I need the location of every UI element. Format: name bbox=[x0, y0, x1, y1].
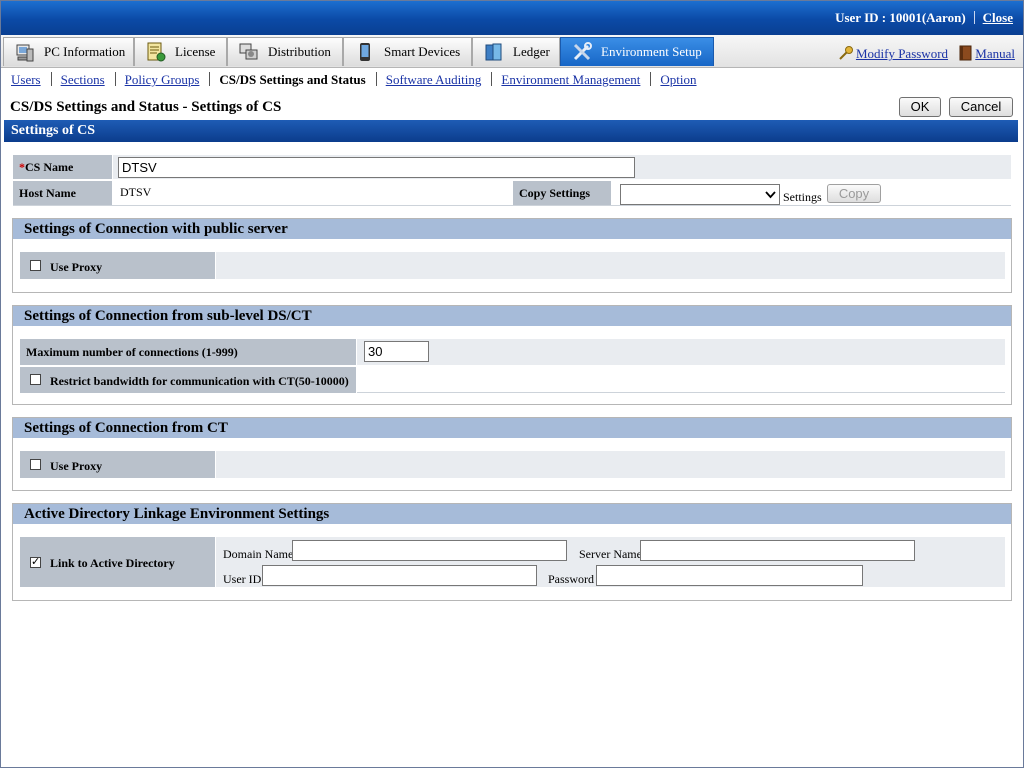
tab-label: Smart Devices bbox=[384, 44, 461, 59]
from-ct-heading: Settings of Connection from CT bbox=[13, 418, 1011, 438]
ok-button[interactable]: OK bbox=[899, 97, 941, 117]
use-proxy-value-cell bbox=[216, 252, 1005, 279]
chevron-down-icon bbox=[765, 191, 776, 199]
active-directory-group: Active Directory Linkage Environment Set… bbox=[12, 503, 1012, 601]
separator bbox=[491, 72, 493, 86]
cs-name-label: CS Name bbox=[25, 160, 74, 174]
tab-label: Ledger bbox=[513, 44, 550, 59]
link-ad-checkbox[interactable] bbox=[30, 555, 41, 568]
tab-environment-setup[interactable]: Environment Setup bbox=[560, 37, 714, 66]
active-directory-heading: Active Directory Linkage Environment Set… bbox=[13, 504, 1011, 524]
submenu-software-auditing[interactable]: Software Auditing bbox=[386, 72, 482, 87]
host-name-label: Host Name bbox=[13, 181, 112, 205]
sub-menu: Users Sections Policy Groups CS/DS Settings… bbox=[11, 72, 697, 88]
separator bbox=[973, 11, 975, 24]
separator bbox=[209, 72, 211, 86]
submenu-cs-ds-settings-current: CS/DS Settings and Status bbox=[219, 72, 366, 87]
max-connections-input[interactable] bbox=[364, 341, 429, 362]
use-proxy-checkbox[interactable] bbox=[30, 260, 41, 271]
use-proxy-cell: Use Proxy bbox=[20, 252, 215, 279]
separator bbox=[375, 72, 377, 86]
submenu-sections[interactable]: Sections bbox=[61, 72, 105, 87]
close-link[interactable]: Close bbox=[983, 10, 1013, 25]
main-tab-bar: PC Information License Distribution Smar… bbox=[1, 35, 1023, 68]
domain-name-label: Domain Name bbox=[223, 547, 294, 561]
tab-license[interactable]: License bbox=[134, 37, 227, 66]
password-label: Password bbox=[548, 572, 595, 586]
user-id-input[interactable] bbox=[262, 565, 537, 586]
ct-use-proxy-cell: Use Proxy bbox=[20, 451, 215, 478]
tab-label: License bbox=[175, 44, 216, 59]
server-name-input[interactable] bbox=[640, 540, 915, 561]
modify-password-link[interactable]: Modify Password bbox=[856, 46, 948, 61]
tab-label: Environment Setup bbox=[601, 44, 702, 59]
ct-use-proxy-label: Use Proxy bbox=[50, 459, 103, 473]
ct-use-proxy-value-cell bbox=[216, 451, 1005, 478]
divider bbox=[357, 392, 1005, 393]
tab-distribution[interactable]: Distribution bbox=[227, 37, 343, 66]
restrict-bandwidth-checkbox[interactable] bbox=[30, 374, 41, 385]
use-proxy-label: Use Proxy bbox=[50, 260, 103, 274]
public-server-heading: Settings of Connection with public serve… bbox=[13, 219, 1011, 239]
key-icon bbox=[838, 45, 854, 61]
submenu-users[interactable]: Users bbox=[11, 72, 41, 87]
link-ad-label: Link to Active Directory bbox=[50, 556, 175, 570]
tab-ledger[interactable]: Ledger bbox=[472, 37, 560, 66]
manual-book-icon bbox=[957, 45, 973, 61]
separator bbox=[650, 72, 652, 86]
cancel-button[interactable]: Cancel bbox=[949, 97, 1013, 117]
max-connections-value-cell bbox=[357, 339, 1005, 365]
manual-link[interactable]: Manual bbox=[975, 46, 1015, 61]
separator bbox=[114, 72, 116, 86]
settings-label: Settings bbox=[783, 190, 822, 204]
top-bar: User ID : 10001(Aaron) Close bbox=[1, 1, 1023, 35]
tab-smart-devices[interactable]: Smart Devices bbox=[343, 37, 472, 66]
ad-fields-cell: Domain Name Server Name User ID Password bbox=[216, 537, 1005, 587]
link-ad-cell: Link to Active Directory bbox=[20, 537, 215, 587]
distribution-icon bbox=[239, 43, 258, 60]
user-id-text: User ID : 10001(Aaron) bbox=[835, 10, 966, 25]
ledger-icon bbox=[485, 43, 502, 61]
divider bbox=[13, 205, 1011, 206]
public-server-group: Settings of Connection with public serve… bbox=[12, 218, 1012, 293]
copy-settings-label: Copy Settings bbox=[513, 181, 611, 205]
max-connections-label: Maximum number of connections (1-999) bbox=[20, 339, 356, 365]
pc-icon bbox=[16, 44, 34, 62]
host-name-value: DTSV bbox=[120, 185, 152, 199]
server-name-label: Server Name bbox=[579, 547, 642, 561]
password-input[interactable] bbox=[596, 565, 863, 586]
tab-label: Distribution bbox=[268, 44, 331, 59]
tab-label: PC Information bbox=[44, 44, 126, 59]
submenu-option[interactable]: Option bbox=[660, 72, 696, 87]
section-title-bar: Settings of CS bbox=[4, 120, 1018, 142]
user-info: User ID : 10001(Aaron) Close bbox=[835, 10, 1013, 26]
from-ct-group: Settings of Connection from CT Use Proxy bbox=[12, 417, 1012, 491]
copy-settings-select[interactable] bbox=[620, 184, 780, 205]
restrict-bandwidth-cell: Restrict bandwidth for communication wit… bbox=[20, 367, 356, 393]
tools-icon bbox=[573, 42, 592, 61]
tab-pc-information[interactable]: PC Information bbox=[3, 37, 134, 66]
user-id-label: User ID bbox=[223, 572, 262, 586]
separator bbox=[50, 72, 52, 86]
smart-device-icon bbox=[360, 43, 370, 61]
domain-name-input[interactable] bbox=[292, 540, 567, 561]
restrict-bandwidth-label: Restrict bandwidth for communication wit… bbox=[50, 374, 349, 388]
top-right-links: Modify Password Manual bbox=[838, 45, 1015, 62]
copy-button[interactable]: Copy bbox=[827, 184, 881, 203]
cs-name-label-cell: *CS Name bbox=[13, 155, 112, 179]
submenu-policy-groups[interactable]: Policy Groups bbox=[125, 72, 200, 87]
sub-level-group: Settings of Connection from sub-level DS… bbox=[12, 305, 1012, 405]
cs-name-input[interactable] bbox=[118, 157, 635, 178]
license-icon bbox=[147, 42, 166, 62]
page-title: CS/DS Settings and Status - Settings of … bbox=[10, 99, 282, 115]
submenu-environment-management[interactable]: Environment Management bbox=[501, 72, 640, 87]
sub-level-heading: Settings of Connection from sub-level DS… bbox=[13, 306, 1011, 326]
ct-use-proxy-checkbox[interactable] bbox=[30, 459, 41, 470]
